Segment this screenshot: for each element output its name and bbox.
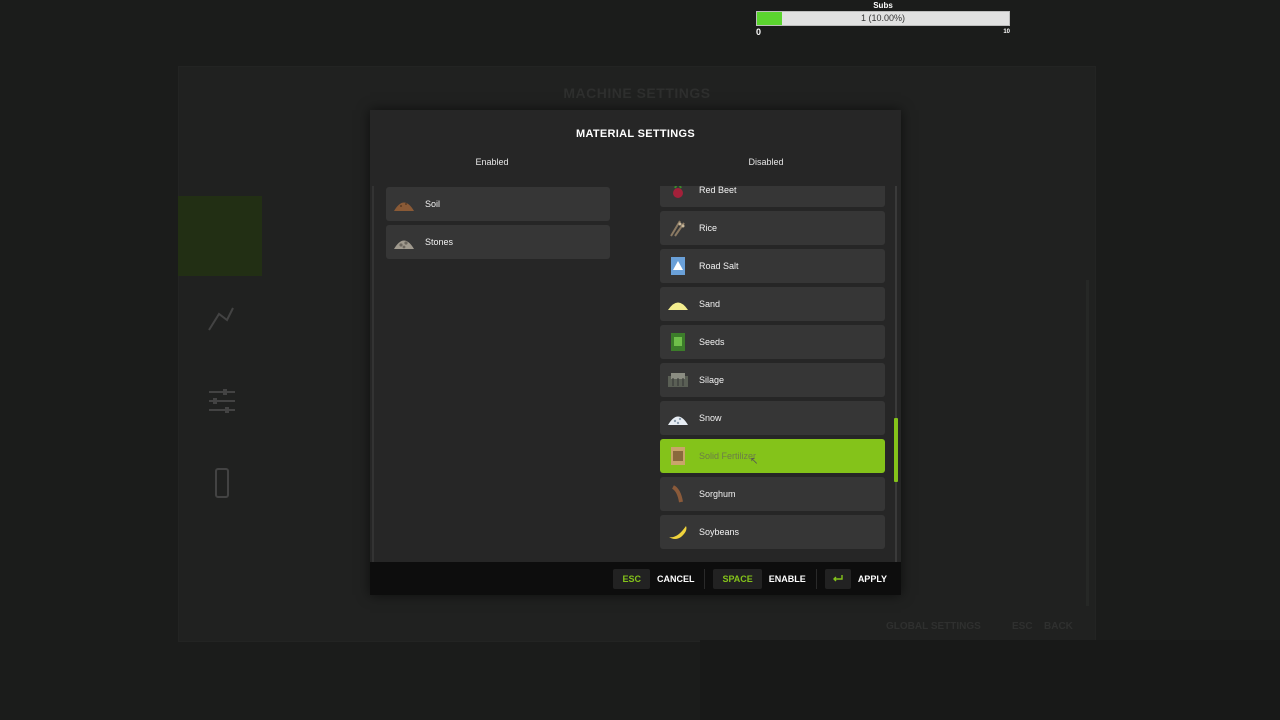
scrollbar-thumb[interactable] <box>894 418 898 482</box>
material-label: Snow <box>699 413 722 423</box>
material-label: Silage <box>699 375 725 385</box>
background-back-label: BACK <box>1044 621 1073 632</box>
disabled-material-row[interactable]: Silage <box>660 363 885 397</box>
subs-progress-bar: 1 (10.00%) <box>756 11 1010 26</box>
material-label: Sorghum <box>699 489 736 499</box>
dialog-title: MATERIAL SETTINGS <box>576 128 695 140</box>
disabled-material-row[interactable]: Road Salt <box>660 249 885 283</box>
enable-button[interactable]: ENABLE <box>769 574 806 584</box>
silage-icon <box>667 369 689 391</box>
material-label: Sand <box>699 299 721 309</box>
background-floor <box>700 640 1280 720</box>
stones-pile-icon <box>393 231 415 253</box>
material-label: Soybeans <box>699 527 740 537</box>
subs-max-label: 10 <box>1003 29 1010 35</box>
material-label: Red Beet <box>699 186 737 195</box>
disabled-material-row[interactable]: ↖ Solid Fertilizer <box>660 439 885 473</box>
subs-progress-widget: Subs 1 (10.00%) 0 10 <box>756 0 1010 37</box>
material-label: Soil <box>425 199 441 209</box>
background-active-tab <box>178 196 262 276</box>
footer-separator <box>704 568 706 589</box>
material-settings-dialog: MATERIAL SETTINGS Enabled Disabled Soil S… <box>370 110 901 595</box>
background-sliders-icon <box>209 389 235 413</box>
disabled-material-row[interactable]: Soybeans <box>660 515 885 549</box>
snow-pile-icon <box>667 407 689 429</box>
road-salt-icon <box>667 255 689 277</box>
disabled-material-row[interactable]: Snow <box>660 401 885 435</box>
seeds-bag-icon <box>667 331 689 353</box>
enabled-material-row[interactable]: Stones <box>386 225 610 259</box>
background-global-settings-label: GLOBAL SETTINGS <box>886 621 981 632</box>
cancel-button[interactable]: CANCEL <box>657 574 695 584</box>
enabled-material-row[interactable]: Soil <box>386 187 610 221</box>
soybeans-icon <box>667 521 689 543</box>
subs-progress-text: 1 (10.00%) <box>860 13 906 23</box>
disabled-column-header: Disabled <box>748 157 784 167</box>
fertilizer-bag-icon <box>667 445 689 467</box>
red-beet-icon <box>667 186 689 201</box>
subs-min-label: 0 <box>756 27 762 37</box>
disabled-material-row[interactable]: Sand <box>660 287 885 321</box>
rice-icon <box>667 217 689 239</box>
sorghum-icon <box>667 483 689 505</box>
space-key-hint[interactable]: SPACE <box>713 568 762 589</box>
apply-button[interactable]: APPLY <box>858 574 887 584</box>
enter-key-icon[interactable] <box>824 568 851 589</box>
dialog-footer: ESC CANCEL SPACE ENABLE APPLY <box>370 562 901 595</box>
soil-pile-icon <box>393 193 415 215</box>
enabled-materials-list[interactable]: Soil Stones <box>372 186 640 562</box>
background-scrollbar <box>1086 280 1089 606</box>
disabled-list-scrollbar[interactable] <box>894 186 898 562</box>
enabled-column-header: Enabled <box>475 157 509 167</box>
disabled-material-row[interactable]: Red Beet <box>660 186 885 207</box>
disabled-materials-list[interactable]: Red Beet Rice Road Salt Sand Seeds Silage Snow… <box>660 186 900 562</box>
disabled-material-row[interactable]: Seeds <box>660 325 885 359</box>
background-esc-key: ESC <box>1012 621 1033 632</box>
material-label: Seeds <box>699 337 725 347</box>
footer-separator <box>815 568 817 589</box>
material-label: Stones <box>425 237 454 247</box>
material-label: Solid Fertilizer <box>699 451 757 461</box>
material-label: Road Salt <box>699 261 739 271</box>
background-title: MACHINE SETTINGS <box>563 85 711 101</box>
mouse-cursor-icon: ↖ <box>750 456 759 467</box>
disabled-material-row[interactable]: Rice <box>660 211 885 245</box>
sand-pile-icon <box>667 293 689 315</box>
subs-title: Subs <box>873 1 893 10</box>
esc-key-hint[interactable]: ESC <box>613 568 650 589</box>
disabled-material-row[interactable]: Sorghum <box>660 477 885 511</box>
background-device-icon <box>215 468 229 498</box>
material-label: Rice <box>699 223 718 233</box>
background-machine-icon <box>208 307 234 331</box>
